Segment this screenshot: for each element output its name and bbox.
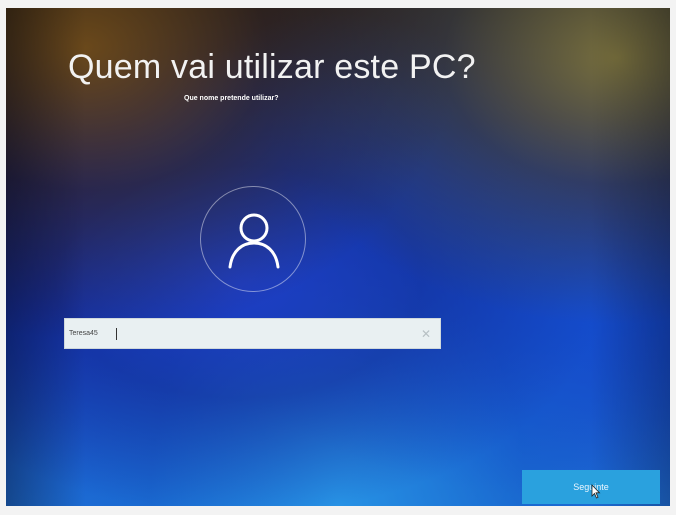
page-title: Quem vai utilizar este PC? — [68, 48, 476, 86]
setup-screen: Quem vai utilizar este PC? Que nome pret… — [6, 8, 670, 506]
avatar — [200, 186, 306, 292]
photo-frame: Quem vai utilizar este PC? Que nome pret… — [0, 0, 676, 515]
name-input[interactable] — [69, 319, 399, 348]
page-subtitle: Que nome pretende utilizar? — [184, 95, 279, 102]
name-field[interactable]: ✕ — [64, 318, 441, 349]
mouse-pointer-icon — [591, 484, 601, 499]
text-caret — [116, 328, 117, 340]
user-icon — [228, 213, 280, 269]
close-icon[interactable]: ✕ — [418, 326, 434, 342]
